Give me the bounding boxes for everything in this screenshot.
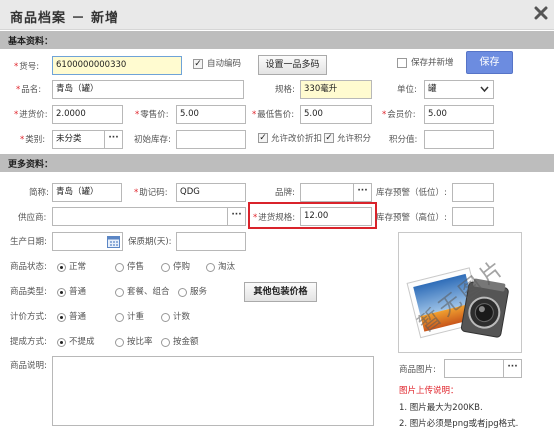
points-label: 积分值:: [389, 135, 418, 145]
desc-textarea[interactable]: [52, 356, 374, 426]
allow-points-label: 允许积分: [337, 134, 372, 144]
unit-label: 单位:: [397, 85, 417, 95]
allow-discount-label: 允许改价折扣: [271, 134, 323, 144]
allow-points-checkbox[interactable]: ✓: [324, 133, 334, 143]
status-radio-stop-purchase[interactable]: [161, 263, 170, 272]
type-option-label: 套餐、组合: [127, 287, 170, 297]
category-label: *类别:: [20, 135, 46, 145]
status-radio-stop-sale[interactable]: [115, 263, 124, 272]
purchase-spec-label: *进货规格:: [253, 213, 296, 223]
stock-low-input[interactable]: [452, 183, 494, 202]
status-label: 商品状态:: [10, 262, 47, 272]
commission-radio-amount[interactable]: [161, 338, 170, 347]
product-image-preview: 暂无图片: [398, 232, 522, 353]
short-name-input[interactable]: 青岛（罐）: [52, 183, 122, 202]
retail-price-input[interactable]: 5.00: [176, 105, 246, 124]
commission-label: 提成方式:: [10, 337, 47, 347]
category-browse-button[interactable]: ···: [104, 131, 122, 148]
supplier-label: 供应商:: [18, 213, 47, 223]
short-name-label: 简称:: [29, 188, 49, 198]
upload-note-title: 图片上传说明：: [399, 386, 459, 396]
image-label: 商品图片:: [399, 365, 436, 375]
prod-date-input[interactable]: [52, 232, 123, 251]
type-option-label: 普通: [69, 287, 87, 297]
commission-radio-rate[interactable]: [115, 338, 124, 347]
set-barcode-button[interactable]: 设置一品多码: [258, 55, 327, 75]
pricing-radio-count[interactable]: [161, 313, 170, 322]
category-input[interactable]: 未分类 ···: [52, 130, 123, 149]
type-radio-service[interactable]: [178, 288, 187, 297]
min-price-input[interactable]: 5.00: [300, 105, 372, 124]
min-price-label: *最低售价:: [252, 110, 295, 120]
name-input[interactable]: 青岛（罐）: [52, 80, 244, 99]
section-more: 更多资料：: [0, 154, 554, 172]
init-stock-label: 初始库存:: [134, 135, 171, 145]
other-pack-price-button[interactable]: 其他包装价格: [244, 282, 317, 302]
spec-label: 规格:: [275, 85, 295, 95]
allow-discount-checkbox[interactable]: ✓: [258, 133, 268, 143]
retail-price-label: *零售价:: [135, 110, 169, 120]
upload-note-1: 1. 图片最大为200KB.: [399, 403, 483, 413]
pricing-radio-normal[interactable]: [57, 313, 66, 322]
status-option-label: 淘汰: [218, 262, 236, 272]
type-label: 商品类型:: [10, 287, 47, 297]
status-radio-normal[interactable]: [57, 263, 66, 272]
pricing-option-label: 计重: [127, 312, 145, 322]
purchase-spec-input[interactable]: 12.00: [300, 207, 372, 226]
purchase-price-label: *进货价:: [14, 110, 48, 120]
desc-label: 商品说明:: [10, 361, 47, 371]
pricing-option-label: 计数: [173, 312, 191, 322]
commission-radio-none[interactable]: [57, 338, 66, 347]
upload-note-2: 2. 图片必须是png或者jpg格式.: [399, 419, 519, 429]
dialog-title: 商品档案 － 新增: [10, 11, 120, 26]
brand-label: 品牌:: [275, 188, 295, 198]
image-input[interactable]: ···: [444, 359, 522, 378]
type-radio-combo[interactable]: [115, 288, 124, 297]
commission-option-label: 不提成: [69, 337, 95, 347]
commission-option-label: 按金额: [173, 337, 199, 347]
brand-browse-button[interactable]: ···: [353, 184, 371, 201]
pricing-option-label: 普通: [69, 312, 87, 322]
status-option-label: 停售: [127, 262, 145, 272]
mnemonic-input[interactable]: QDG: [176, 183, 246, 202]
auto-code-checkbox[interactable]: ✓: [193, 59, 203, 69]
type-option-label: 服务: [190, 287, 208, 297]
save-button[interactable]: 保存: [466, 51, 513, 74]
section-basic: 基本资料：: [0, 31, 554, 49]
supplier-input[interactable]: ···: [52, 207, 246, 226]
purchase-price-input[interactable]: 2.0000: [52, 105, 123, 124]
name-label: *品名:: [16, 85, 42, 95]
prod-date-label: 生产日期:: [10, 237, 47, 247]
stock-low-label: 库存预警（低位）:: [376, 188, 447, 198]
stock-high-input[interactable]: [452, 207, 494, 226]
status-option-label: 停购: [173, 262, 191, 272]
shelf-life-input[interactable]: [176, 232, 246, 251]
code-label: *货号:: [14, 62, 40, 72]
type-radio-normal[interactable]: [57, 288, 66, 297]
status-option-label: 正常: [69, 262, 87, 272]
chevron-down-icon: [480, 86, 489, 93]
image-browse-button[interactable]: ···: [503, 360, 521, 377]
pricing-radio-weight[interactable]: [115, 313, 124, 322]
init-stock-input[interactable]: [176, 130, 246, 149]
calendar-icon[interactable]: [107, 235, 120, 248]
save-new-label: 保存并新增: [411, 58, 454, 68]
points-input[interactable]: [424, 130, 494, 149]
stock-high-label: 库存预警（高位）:: [376, 213, 447, 223]
close-icon[interactable]: [534, 6, 548, 20]
auto-code-label: 自动编码: [207, 59, 242, 69]
mnemonic-label: *助记码:: [134, 188, 168, 198]
code-input[interactable]: 6100000000330: [52, 56, 182, 75]
save-new-checkbox[interactable]: [397, 58, 407, 68]
shelf-life-label: 保质期(天):: [128, 237, 172, 247]
pricing-label: 计价方式:: [10, 312, 47, 322]
spec-input[interactable]: 330毫升: [300, 80, 372, 99]
unit-select[interactable]: 罐: [424, 80, 494, 99]
commission-option-label: 按比率: [127, 337, 153, 347]
brand-input[interactable]: ···: [300, 183, 372, 202]
member-price-input[interactable]: 5.00: [424, 105, 494, 124]
supplier-browse-button[interactable]: ···: [227, 208, 245, 225]
status-radio-eliminated[interactable]: [206, 263, 215, 272]
member-price-label: *会员价:: [382, 110, 416, 120]
